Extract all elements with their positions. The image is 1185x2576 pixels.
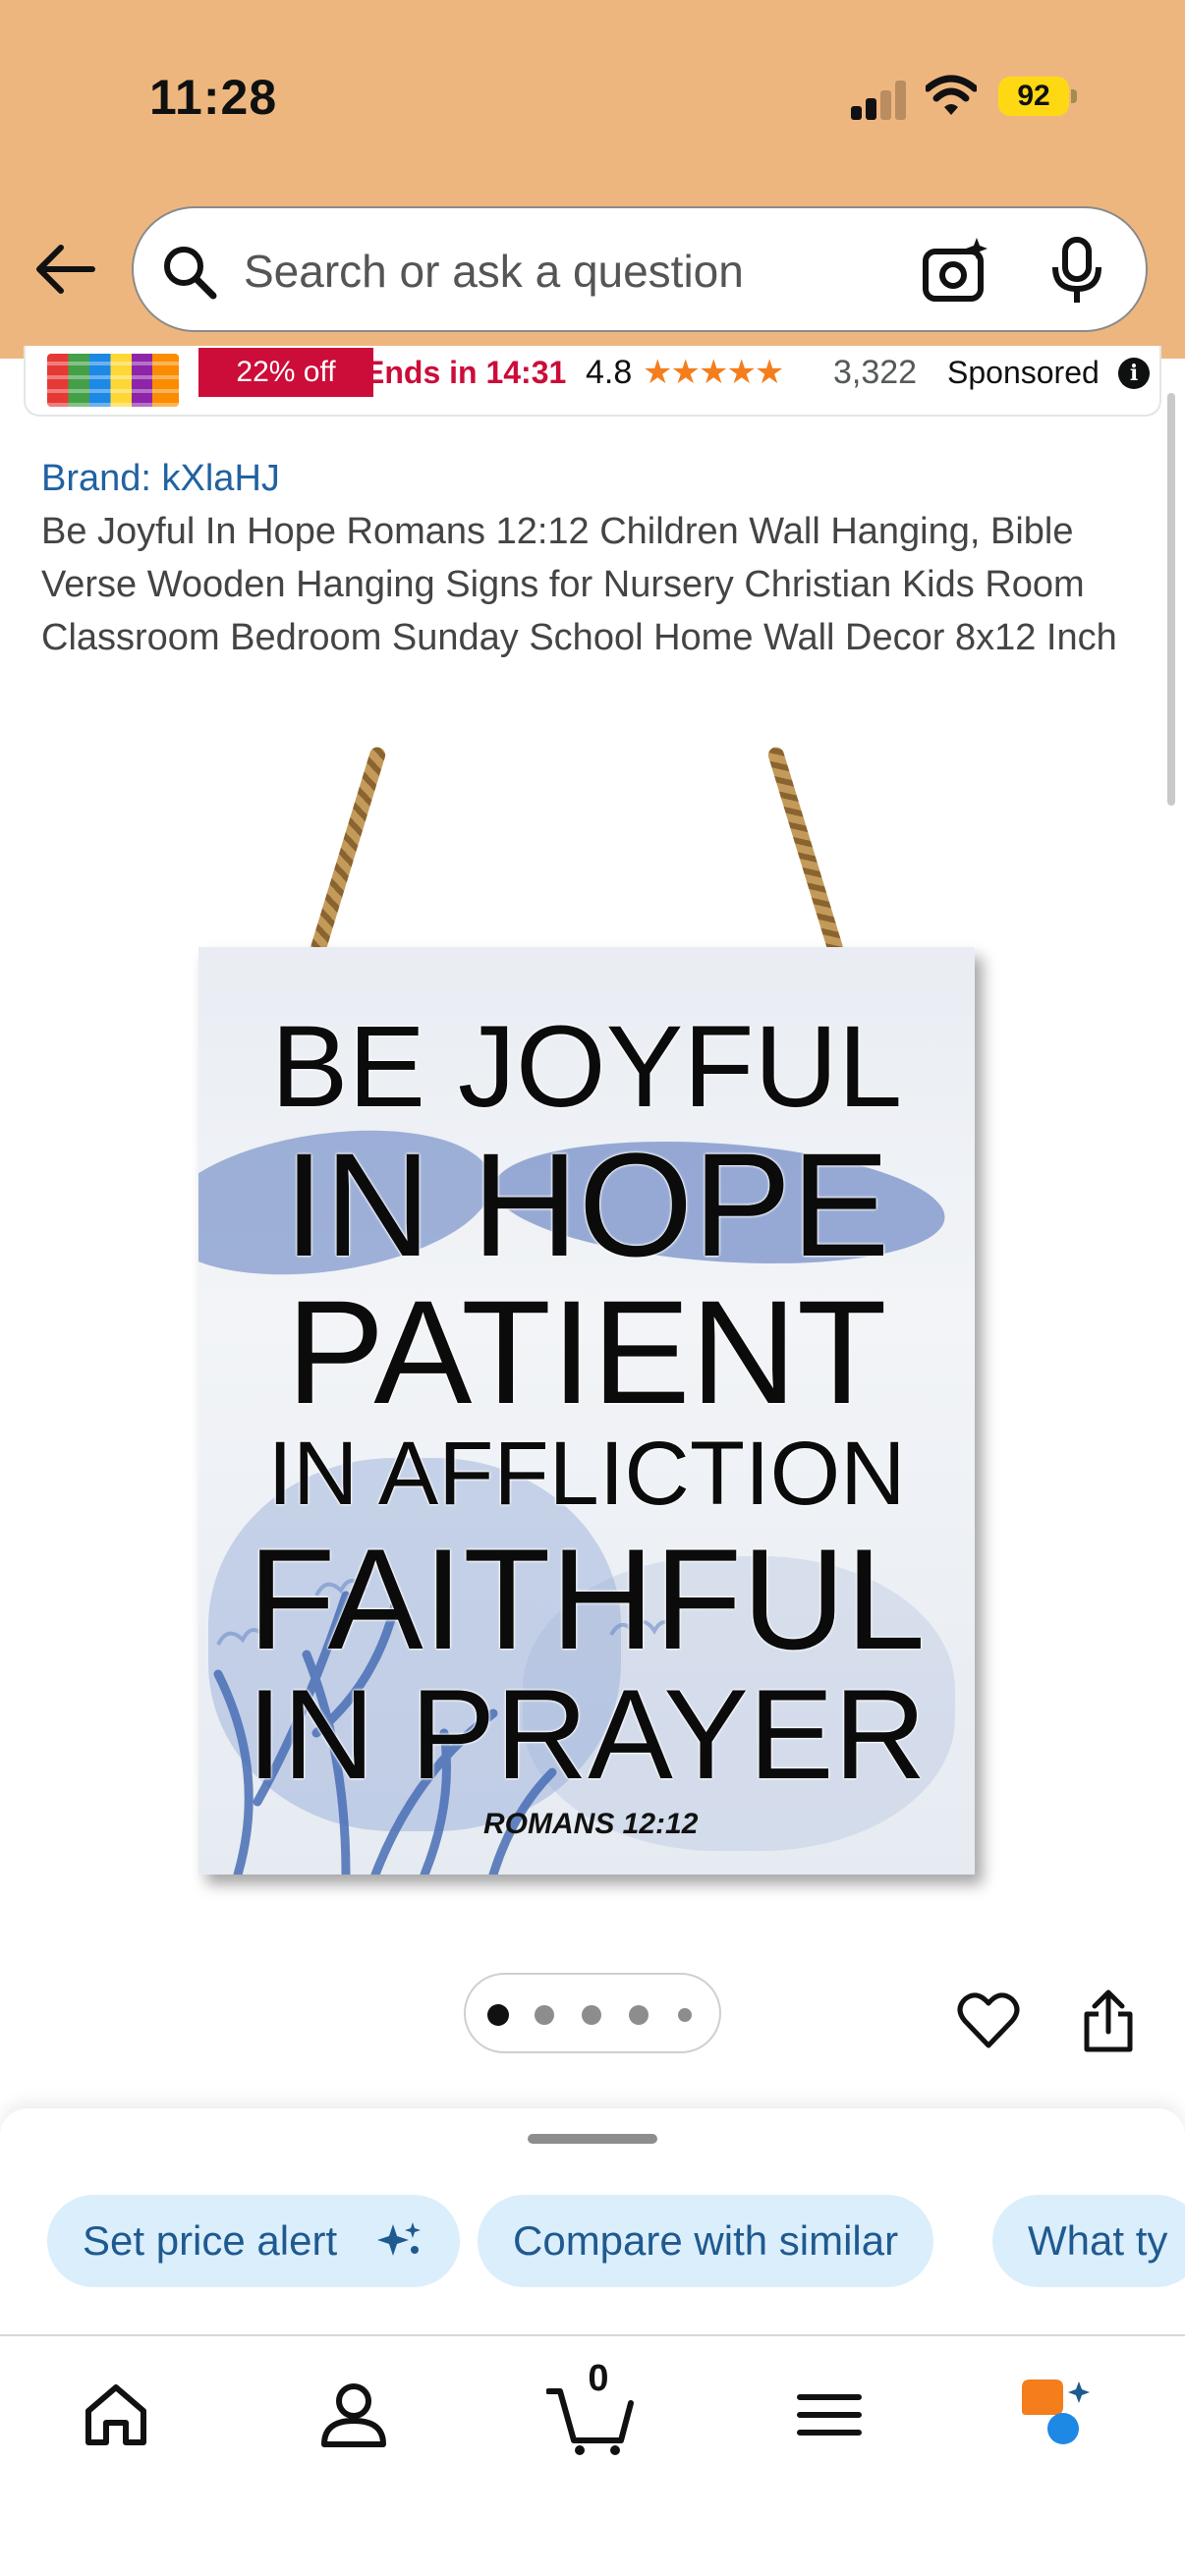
search-input[interactable]: Search or ask a question xyxy=(244,242,744,301)
sign-verse-reference: ROMANS 12:12 xyxy=(483,1808,699,1840)
product-image[interactable]: BE JOYFUL IN HOPE PATIENT IN AFFLICTION … xyxy=(198,947,975,1875)
deal-timer: Ends in 14:31 xyxy=(364,355,567,390)
carousel-dot[interactable] xyxy=(487,2004,509,2026)
microphone-icon[interactable] xyxy=(1049,236,1104,305)
status-time: 11:28 xyxy=(149,70,278,125)
hanging-rope xyxy=(308,745,388,959)
search-icon xyxy=(164,247,217,300)
back-arrow-icon[interactable] xyxy=(33,242,96,297)
discount-badge: 22% off xyxy=(198,348,373,397)
set-price-alert-chip[interactable]: Set price alert xyxy=(47,2195,460,2287)
cellular-signal-icon xyxy=(851,81,908,120)
brand-link[interactable]: Brand: kXlaHJ xyxy=(41,454,280,503)
battery-indicator: 92 xyxy=(998,77,1077,116)
wifi-icon xyxy=(926,75,977,115)
compare-with-similar-chip[interactable]: Compare with similar xyxy=(478,2195,934,2287)
camera-search-icon[interactable] xyxy=(920,236,990,305)
sign-text-line: BE JOYFUL xyxy=(270,1002,903,1132)
product-title: Be Joyful In Hope Romans 12:12 Children … xyxy=(41,511,1117,658)
rufus-icon[interactable] xyxy=(1016,2376,1095,2454)
scrollbar[interactable] xyxy=(1167,393,1175,806)
rating-count: 3,322 xyxy=(833,354,918,391)
sponsored-thumbnail[interactable] xyxy=(47,354,179,407)
image-carousel-indicator[interactable] xyxy=(464,1973,721,2053)
carousel-dot[interactable] xyxy=(678,2008,692,2022)
sponsored-label: Sponsored xyxy=(947,355,1100,390)
product-page: 11:28 92 Search or ask a question 22% of… xyxy=(0,0,1185,2576)
menu-icon[interactable] xyxy=(790,2376,869,2454)
sign-text-line: IN AFFLICTION xyxy=(267,1424,906,1524)
ai-suggestions-sheet: Set price alert Compare with similar Wha… xyxy=(0,2108,1185,2334)
heart-icon[interactable] xyxy=(957,1990,1020,2049)
sponsored-product-banner[interactable]: 22% off Ends in 14:31 4.8 ★★★★★ 3,322 Sp… xyxy=(24,346,1161,417)
search-bar[interactable]: Search or ask a question xyxy=(132,206,1148,332)
battery-level: 92 xyxy=(998,77,1069,116)
carousel-dot[interactable] xyxy=(582,2005,601,2025)
sign-text-line: IN HOPE xyxy=(283,1122,890,1287)
sign-text-line: FAITHFUL xyxy=(248,1519,926,1679)
sparkle-icon xyxy=(377,2222,421,2256)
carousel-dot[interactable] xyxy=(629,2005,649,2025)
chip-label: Set price alert xyxy=(83,2217,338,2264)
home-icon[interactable] xyxy=(77,2376,155,2454)
rating-stars: ★★★★★ xyxy=(643,354,784,391)
rating-value: 4.8 xyxy=(586,354,633,391)
bottom-navigation: 0 xyxy=(0,2334,1185,2576)
cart-button[interactable]: 0 xyxy=(546,2358,635,2456)
sign-text-line: PATIENT xyxy=(286,1269,887,1434)
header: 11:28 92 Search or ask a question xyxy=(0,0,1185,359)
carousel-dot[interactable] xyxy=(535,2005,554,2025)
share-icon[interactable] xyxy=(1081,1988,1136,2053)
account-icon[interactable] xyxy=(314,2376,393,2454)
info-icon[interactable]: i xyxy=(1118,358,1150,389)
hanging-rope xyxy=(765,745,846,959)
sign-text-line: IN PRAYER xyxy=(247,1662,927,1806)
sheet-grabber[interactable] xyxy=(528,2134,657,2144)
what-type-chip[interactable]: What ty xyxy=(992,2195,1185,2287)
cart-count: 0 xyxy=(588,2358,609,2399)
